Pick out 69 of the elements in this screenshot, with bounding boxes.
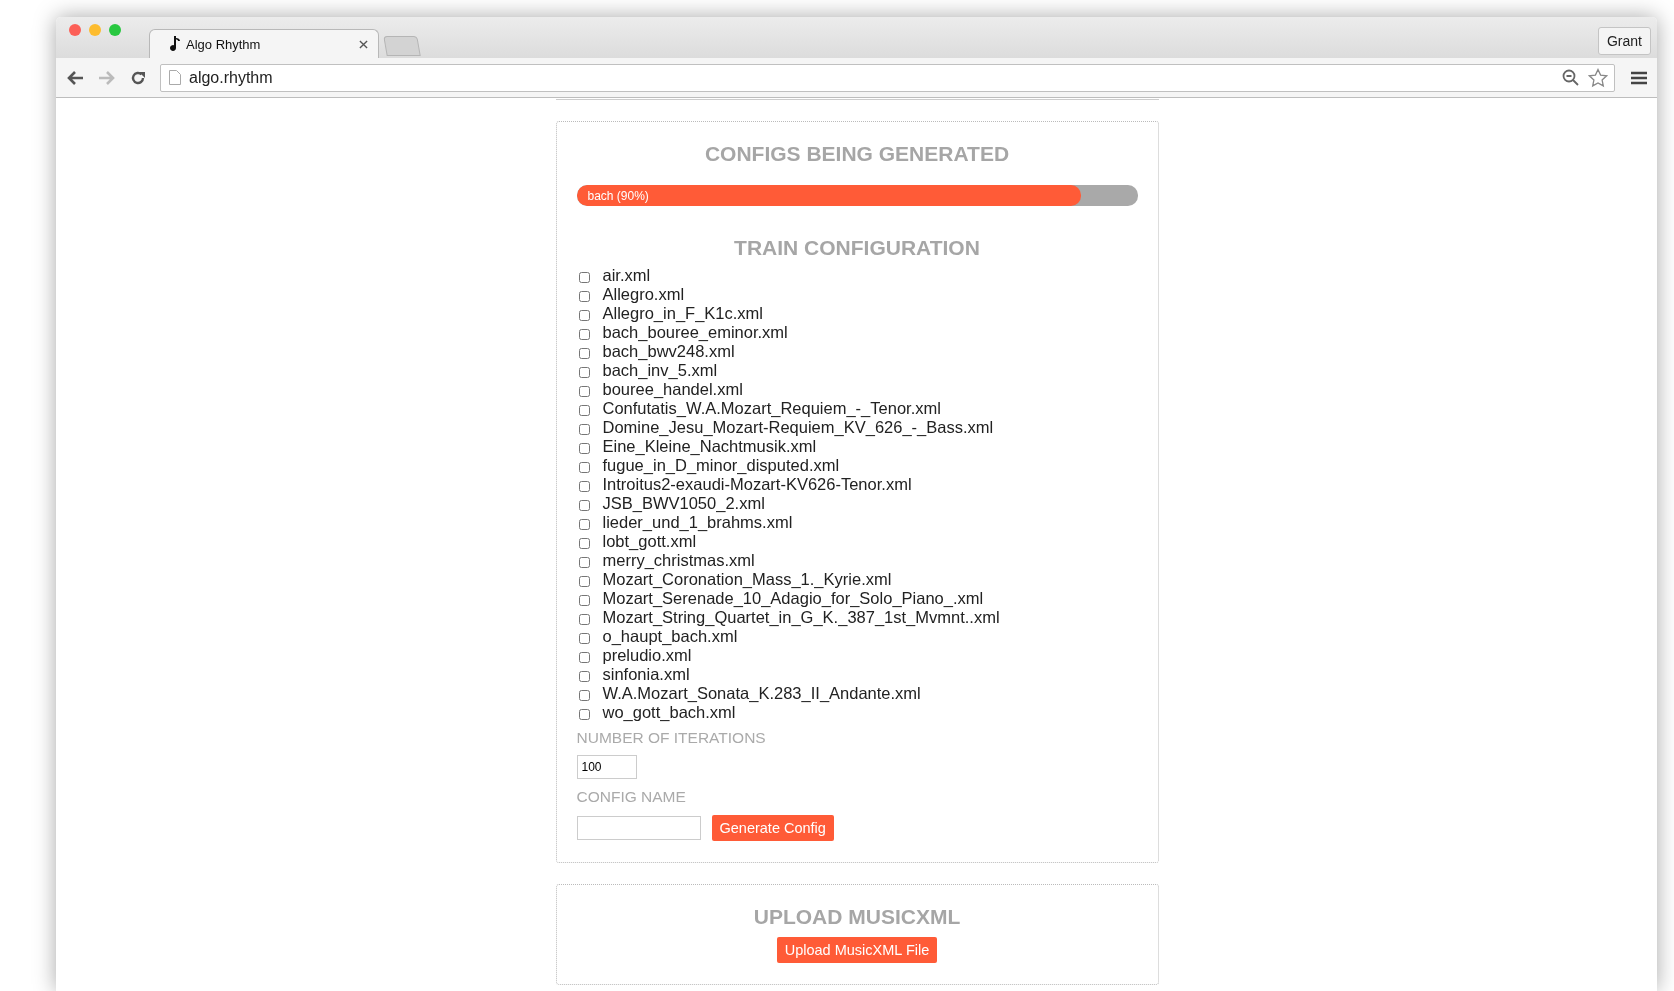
section-heading: CONFIGS BEING GENERATED	[703, 142, 1011, 166]
page-icon	[169, 70, 181, 85]
checkbox[interactable]	[578, 556, 590, 568]
checkbox[interactable]	[578, 366, 590, 378]
address-bar[interactable]: algo.rhythm	[160, 63, 1615, 92]
checkbox[interactable]	[578, 347, 590, 359]
checkbox[interactable]	[578, 689, 590, 701]
checkbox[interactable]	[578, 442, 590, 454]
file-name: wo_gott_bach.xml	[602, 703, 736, 722]
file-name: preludio.xml	[602, 646, 692, 665]
file-name: Introitus2-exaudi-Mozart-KV626-Tenor.xml	[602, 475, 912, 494]
menu-icon[interactable]	[1631, 70, 1647, 85]
file-name: JSB_BWV1050_2.xml	[602, 494, 765, 513]
checkbox[interactable]	[578, 708, 590, 720]
profile-button[interactable]: Grant	[1598, 26, 1651, 55]
file-name: Eine_Kleine_Nachtmusik.xml	[602, 437, 817, 456]
file-name: bach_bwv248.xml	[602, 342, 735, 361]
checkbox[interactable]	[578, 385, 590, 397]
reload-icon[interactable]	[130, 69, 146, 86]
checkbox[interactable]	[578, 670, 590, 682]
file-name: fugue_in_D_minor_disputed.xml	[602, 456, 840, 475]
checkbox[interactable]	[578, 271, 590, 283]
music-note-icon	[168, 36, 180, 52]
section-heading: TRAIN CONFIGURATION	[733, 236, 981, 260]
file-name: Allegro.xml	[602, 285, 685, 304]
file-name: Mozart_Coronation_Mass_1._Kyrie.xml	[602, 570, 892, 589]
file-name: Mozart_Serenade_10_Adagio_for_Solo_Piano_.xml	[602, 589, 984, 608]
checkbox[interactable]	[578, 594, 590, 606]
checkbox[interactable]	[578, 423, 590, 435]
checkbox[interactable]	[578, 499, 590, 511]
star-icon[interactable]	[1588, 67, 1608, 88]
file-name: Mozart_String_Quartet_in_G_K._387_1st_Mvmnt..xml	[602, 608, 1000, 627]
file-name: Confutatis_W.A.Mozart_Requiem_-_Tenor.xml	[602, 399, 941, 418]
checkbox[interactable]	[578, 328, 590, 340]
iterations-field[interactable]: 100	[576, 755, 637, 779]
checkbox[interactable]	[578, 518, 590, 530]
file-name: merry_christmas.xml	[602, 551, 755, 570]
checkbox[interactable]	[578, 575, 590, 587]
url-text: algo.rhythm	[189, 68, 273, 87]
back-icon[interactable]	[66, 69, 84, 86]
file-name: Domine_Jesu_Mozart-Requiem_KV_626_-_Bass.xml	[602, 418, 994, 437]
checkbox[interactable]	[578, 632, 590, 644]
file-name: bach_inv_5.xml	[602, 361, 718, 380]
section-heading: UPLOAD MUSICXML	[753, 905, 961, 929]
checkbox[interactable]	[578, 537, 590, 549]
close-icon[interactable]	[359, 39, 368, 49]
browser-tab[interactable]: Algo Rhythm	[149, 29, 379, 58]
checkbox[interactable]	[578, 290, 590, 302]
config-name-field[interactable]	[576, 816, 701, 840]
checkbox[interactable]	[578, 404, 590, 416]
file-name: air.xml	[602, 266, 651, 285]
checkbox[interactable]	[578, 651, 590, 663]
checkbox[interactable]	[578, 613, 590, 625]
file-name: lieder_und_1_brahms.xml	[602, 513, 793, 532]
file-name: sinfonia.xml	[602, 665, 690, 684]
field-label: CONFIG NAME	[576, 788, 687, 806]
file-name: lobt_gott.xml	[602, 532, 697, 551]
checkbox[interactable]	[578, 480, 590, 492]
zoom-icon[interactable]	[1562, 68, 1580, 87]
field-label: NUMBER OF ITERATIONS	[576, 729, 767, 747]
checkbox[interactable]	[578, 461, 590, 473]
file-name: bouree_handel.xml	[602, 380, 743, 399]
checkbox[interactable]	[578, 309, 590, 321]
progress-label: bach (90%)	[586, 188, 649, 203]
file-name: o_haupt_bach.xml	[602, 627, 738, 646]
tab-title: Algo Rhythm	[186, 36, 262, 52]
file-name: bach_bouree_eminor.xml	[602, 323, 788, 342]
file-name: W.A.Mozart_Sonata_K.283_II_Andante.xml	[602, 684, 921, 703]
file-name: Allegro_in_F_K1c.xml	[602, 304, 763, 323]
